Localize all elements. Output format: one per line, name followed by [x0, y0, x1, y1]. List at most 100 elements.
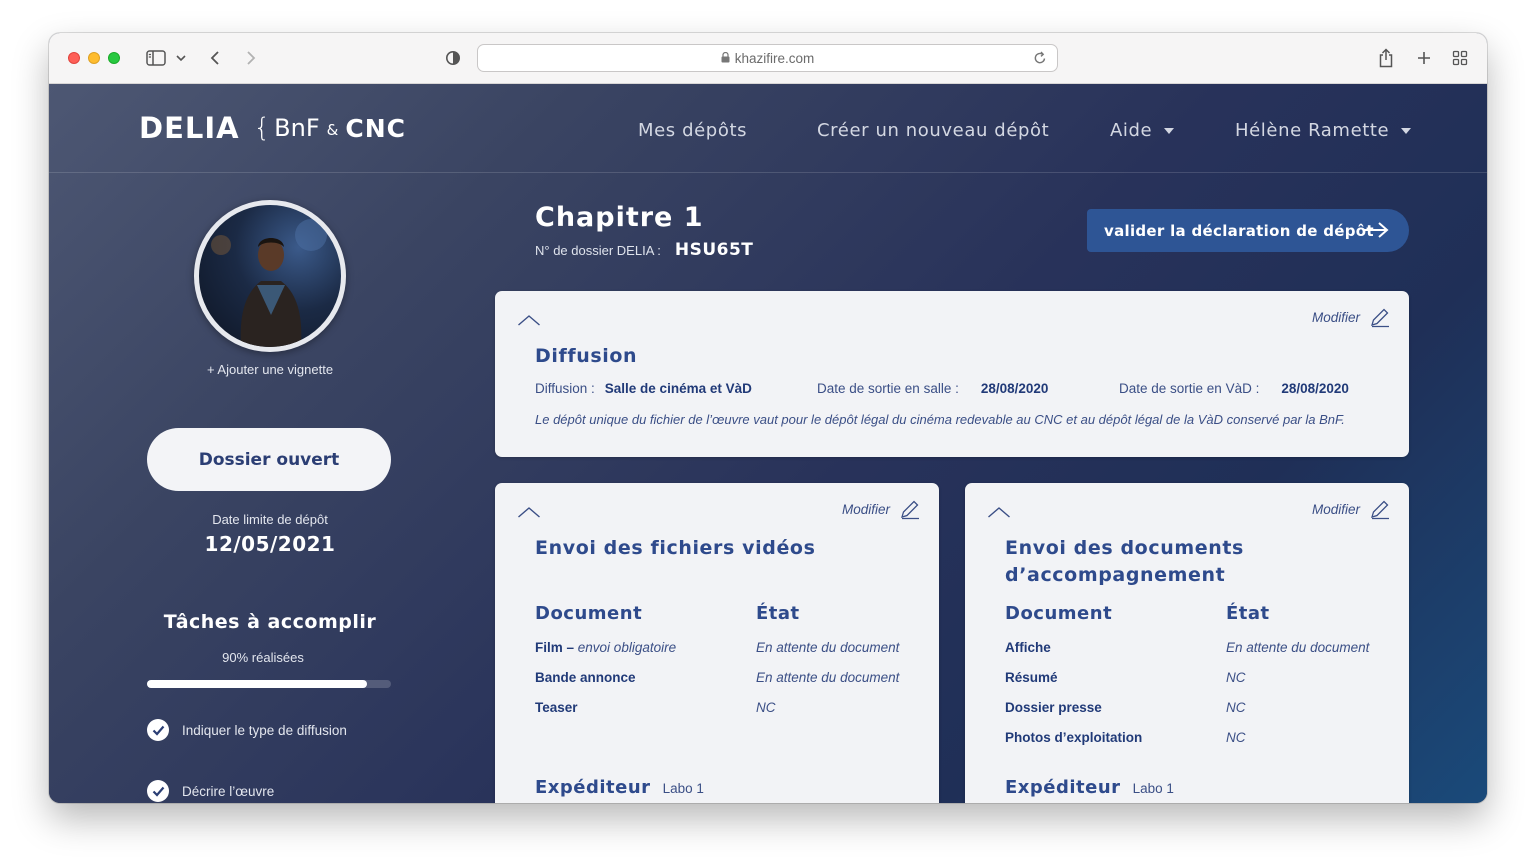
dossier-status-badge: Dossier ouvert	[147, 428, 391, 491]
page-title: Chapitre 1	[535, 202, 704, 233]
privacy-shield-icon[interactable]	[445, 47, 461, 69]
table-row-state: NC	[1226, 670, 1246, 685]
sender-value: Labo 1	[662, 781, 704, 796]
tasks-percent: 90% réalisées	[222, 650, 304, 665]
diffusion-type-label: Diffusion :	[535, 381, 595, 396]
nav-user-menu[interactable]: Hélène Ramette	[1235, 120, 1412, 141]
validate-declaration-button[interactable]: valider la déclaration de dépôt	[1087, 209, 1409, 252]
table-row-doc[interactable]: Teaser	[535, 700, 578, 715]
modify-label: Modifier	[1311, 502, 1360, 517]
chevron-up-icon[interactable]	[517, 311, 541, 330]
table-row-doc[interactable]: Dossier presse	[1005, 700, 1102, 715]
task-item[interactable]: Indiquer le type de diffusion	[147, 719, 347, 741]
nav-user-label: Hélène Ramette	[1235, 120, 1390, 141]
address-bar[interactable]: khazifire.com	[477, 44, 1058, 72]
pencil-icon	[1371, 308, 1389, 328]
page: DELIA { BnF & CNC Mes dépôts Créer un no…	[49, 84, 1487, 803]
check-circle-icon	[147, 780, 169, 802]
logo-ampersand: &	[326, 121, 339, 139]
caret-down-icon	[1164, 128, 1175, 134]
video-files-title: Envoi des fichiers vidéos	[535, 537, 816, 559]
nav-creer-depot[interactable]: Créer un nouveau dépôt	[817, 120, 1049, 141]
top-navigation: DELIA { BnF & CNC Mes dépôts Créer un no…	[49, 84, 1487, 173]
table-row-state: En attente du document	[756, 670, 900, 685]
task-label: Décrire l’œuvre	[182, 783, 275, 799]
sender-value: Labo 1	[1132, 781, 1174, 796]
arrow-right-icon	[1363, 221, 1389, 243]
nav-aide-label: Aide	[1110, 120, 1153, 141]
doc-name: Film	[535, 640, 563, 655]
vod-release-date: Date de sortie en VàD : 28/08/2020	[1119, 381, 1349, 396]
doc-note: envoi obligatoire	[577, 640, 677, 655]
video-files-card: Modifier Envoi des fichiers vidéos Docum…	[495, 483, 939, 803]
dossier-number-label: N° de dossier DELIA :	[535, 243, 661, 258]
share-icon[interactable]	[1378, 47, 1394, 69]
doc-separator: –	[562, 640, 578, 655]
modify-label: Modifier	[841, 502, 890, 517]
documents-title: Envoi des documents d’accompagnement	[1005, 535, 1244, 589]
url-text: khazifire.com	[734, 50, 815, 66]
vod-release-date-value: 28/08/2020	[1281, 381, 1349, 396]
nav-aide[interactable]: Aide	[1110, 120, 1175, 141]
sender: Expéditeur Labo 1	[1005, 777, 1174, 798]
cinema-release-date-value: 28/08/2020	[980, 381, 1049, 396]
diffusion-card: Modifier Diffusion Diffusion : Salle de c…	[495, 291, 1409, 457]
diffusion-title: Diffusion	[535, 345, 638, 367]
tasks-title: Tâches à accomplir	[163, 611, 377, 633]
diffusion-type: Diffusion : Salle de cinéma et VàD	[535, 381, 752, 396]
forward-icon[interactable]	[245, 47, 257, 69]
table-row-doc[interactable]: Bande annonce	[535, 670, 636, 685]
sender-label: Expéditeur	[535, 777, 651, 798]
table-row-state: NC	[1226, 700, 1246, 715]
browser-window: khazifire.com DELIA { BnF & CNC Mes dépô…	[49, 33, 1487, 803]
sidebar-toggle-icon[interactable]	[146, 47, 166, 69]
table-row-state: NC	[756, 700, 776, 715]
deadline-label: Date limite de dépôt	[212, 512, 328, 527]
document-column-header: Document	[535, 603, 643, 624]
task-item[interactable]: Décrire l’œuvre	[147, 780, 274, 802]
nav-mes-depots[interactable]: Mes dépôts	[638, 120, 747, 141]
table-row-state: En attente du document	[1226, 640, 1370, 655]
chevron-up-icon[interactable]	[987, 503, 1011, 522]
sender-label: Expéditeur	[1005, 777, 1121, 798]
logo-brace: {	[253, 113, 271, 143]
document-column-header: Document	[1005, 603, 1113, 624]
state-column-header: État	[1226, 603, 1270, 624]
modify-label: Modifier	[1311, 310, 1360, 325]
table-row-doc[interactable]: Photos d’exploitation	[1005, 730, 1142, 745]
documents-title-line2: d’accompagnement	[1005, 564, 1226, 586]
chevron-down-icon[interactable]	[176, 47, 186, 69]
sender: Expéditeur Labo 1	[535, 777, 704, 798]
avatar[interactable]	[194, 200, 346, 352]
vod-release-date-label: Date de sortie en VàD :	[1119, 381, 1260, 396]
delia-logo[interactable]: DELIA { BnF & CNC	[139, 110, 406, 146]
check-circle-icon	[147, 719, 169, 741]
documents-card: Modifier Envoi des documents d’accompagn…	[965, 483, 1409, 803]
logo-delia: DELIA	[139, 111, 240, 145]
state-column-header: État	[756, 603, 800, 624]
zoom-window-button[interactable]	[108, 52, 120, 64]
chevron-up-icon[interactable]	[517, 503, 541, 522]
lock-icon	[721, 51, 730, 66]
tab-overview-icon[interactable]	[1452, 47, 1468, 69]
table-row-doc[interactable]: Affiche	[1005, 640, 1051, 655]
task-label: Indiquer le type de diffusion	[182, 722, 347, 738]
dossier-number-value: HSU65T	[674, 240, 754, 260]
add-thumbnail-link[interactable]: + Ajouter une vignette	[49, 362, 491, 377]
close-window-button[interactable]	[68, 52, 80, 64]
validate-declaration-label: valider la déclaration de dépôt	[1104, 221, 1374, 240]
tasks-progress-fill	[147, 680, 367, 688]
table-row-doc[interactable]: Film – envoi obligatoire	[535, 640, 676, 655]
documents-modify-button[interactable]: Modifier	[1312, 499, 1390, 520]
diffusion-modify-button[interactable]: Modifier	[1312, 307, 1390, 328]
video-files-modify-button[interactable]: Modifier	[842, 499, 920, 520]
cinema-release-date: Date de sortie en salle : 28/08/2020	[817, 381, 1048, 396]
tasks-progress-bar	[147, 680, 391, 688]
back-icon[interactable]	[209, 47, 221, 69]
minimize-window-button[interactable]	[88, 52, 100, 64]
table-row-state: En attente du document	[756, 640, 900, 655]
table-row-doc[interactable]: Résumé	[1005, 670, 1058, 685]
new-tab-icon[interactable]	[1416, 47, 1432, 69]
table-row-state: NC	[1226, 730, 1246, 745]
reload-icon[interactable]	[1033, 50, 1047, 68]
